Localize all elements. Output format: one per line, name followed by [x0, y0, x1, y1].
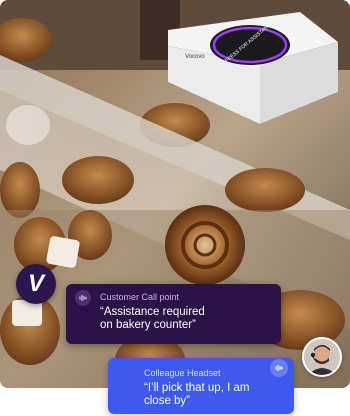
colleague-card-label: Colleague Headset	[144, 368, 221, 378]
sound-wave-icon	[75, 290, 91, 306]
colleague-message-line-2: close by”	[144, 395, 191, 407]
sound-wave-icon	[270, 359, 288, 377]
customer-message-line-1: “Assistance required	[100, 306, 205, 318]
customer-card-message: “Assistance required on bakery counter”	[100, 306, 271, 332]
logo-letter: V	[27, 270, 44, 297]
vocovo-logo-badge: V	[16, 264, 56, 304]
colleague-card-message: “I’ll pick that up, I am close by”	[144, 382, 280, 408]
customer-message-line-2: on bakery counter”	[100, 319, 196, 331]
colleague-message-line-1: “I’ll pick that up, I am	[144, 382, 250, 394]
customer-call-card: Customer Call point “Assistance required…	[66, 284, 281, 344]
customer-card-label: Customer Call point	[100, 292, 180, 302]
colleague-headset-card: Colleague Headset “I’ll pick that up, I …	[108, 358, 294, 414]
colleague-avatar	[302, 337, 342, 377]
device-brand: Vocovo	[185, 54, 205, 60]
